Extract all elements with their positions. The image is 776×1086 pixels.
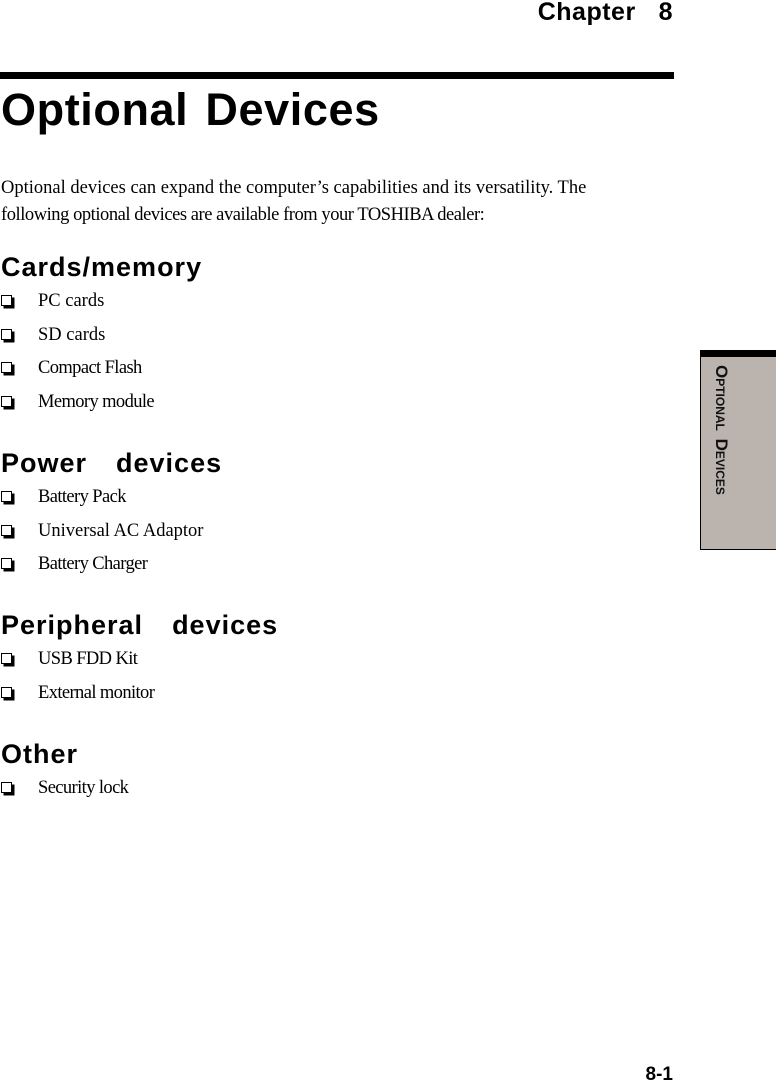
section-heading: Power devices: [1, 448, 223, 478]
list-item: External monitor: [1, 677, 278, 711]
page-number: 8-1: [645, 1064, 673, 1085]
list-item-label: Compact Flash: [38, 358, 142, 378]
list-item: SD cards: [1, 319, 202, 353]
list-item-label: Memory module: [38, 391, 155, 412]
side-tab-label: Optional Devices: [712, 365, 731, 495]
list-item: Compact Flash: [1, 352, 202, 386]
bullet-list: PC cards SD cards Compact Flash Memory m…: [1, 285, 202, 419]
chapter-label: Chapter 8: [537, 0, 673, 26]
checkbox-bullet-icon: [1, 295, 12, 306]
intro-line: following optional devices are available…: [1, 205, 485, 225]
list-item-label: PC cards: [38, 291, 105, 311]
list-item: USB FDD Kit: [1, 643, 278, 677]
intro-paragraph: Optional devices can expand the computer…: [1, 175, 661, 229]
checkbox-bullet-icon: [1, 491, 12, 502]
section-peripheral-devices: Peripheral devices USB FDD Kit External …: [1, 608, 278, 710]
checkbox-bullet-icon: [1, 653, 12, 664]
chapter-side-tab: Optional Devices: [699, 350, 776, 550]
page-title: Optional Devices: [1, 84, 380, 135]
side-tab-bar: [699, 350, 776, 357]
section-heading: Cards/memory: [1, 252, 203, 282]
list-item-label: Security lock: [38, 778, 129, 798]
list-item-label: External monitor: [38, 682, 155, 703]
list-item-label: USB FDD Kit: [38, 649, 138, 669]
checkbox-bullet-icon: [1, 558, 12, 569]
bullet-list: USB FDD Kit External monitor: [1, 643, 278, 710]
top-rule: [0, 72, 674, 79]
list-item: PC cards: [1, 285, 202, 319]
list-item: Universal AC Adaptor: [1, 515, 222, 549]
section-cards-memory: Cards/memory PC cards SD cards Compact F…: [1, 250, 202, 419]
section-heading: Other: [1, 739, 79, 769]
intro-line: Optional devices can expand the computer…: [1, 178, 587, 198]
checkbox-bullet-icon: [1, 782, 12, 793]
list-item: Memory module: [1, 386, 202, 420]
list-item-label: Universal AC Adaptor: [38, 520, 204, 541]
list-item: Security lock: [1, 772, 129, 806]
list-item-label: SD cards: [38, 324, 106, 345]
list-item: Battery Charger: [1, 548, 222, 582]
section-heading: Peripheral devices: [1, 610, 279, 640]
checkbox-bullet-icon: [1, 686, 12, 698]
list-item-label: Battery Charger: [38, 554, 148, 574]
bullet-list: Security lock: [1, 772, 129, 806]
section-other: Other Security lock: [1, 737, 129, 806]
checkbox-bullet-icon: [1, 362, 12, 373]
checkbox-bullet-icon: [1, 328, 12, 340]
list-item-label: Battery Pack: [38, 487, 126, 507]
checkbox-bullet-icon: [1, 524, 12, 536]
bullet-list: Battery Pack Universal AC Adaptor Batter…: [1, 481, 222, 582]
section-power-devices: Power devices Battery Pack Universal AC …: [1, 446, 222, 582]
list-item: Battery Pack: [1, 481, 222, 515]
checkbox-bullet-icon: [1, 395, 12, 407]
